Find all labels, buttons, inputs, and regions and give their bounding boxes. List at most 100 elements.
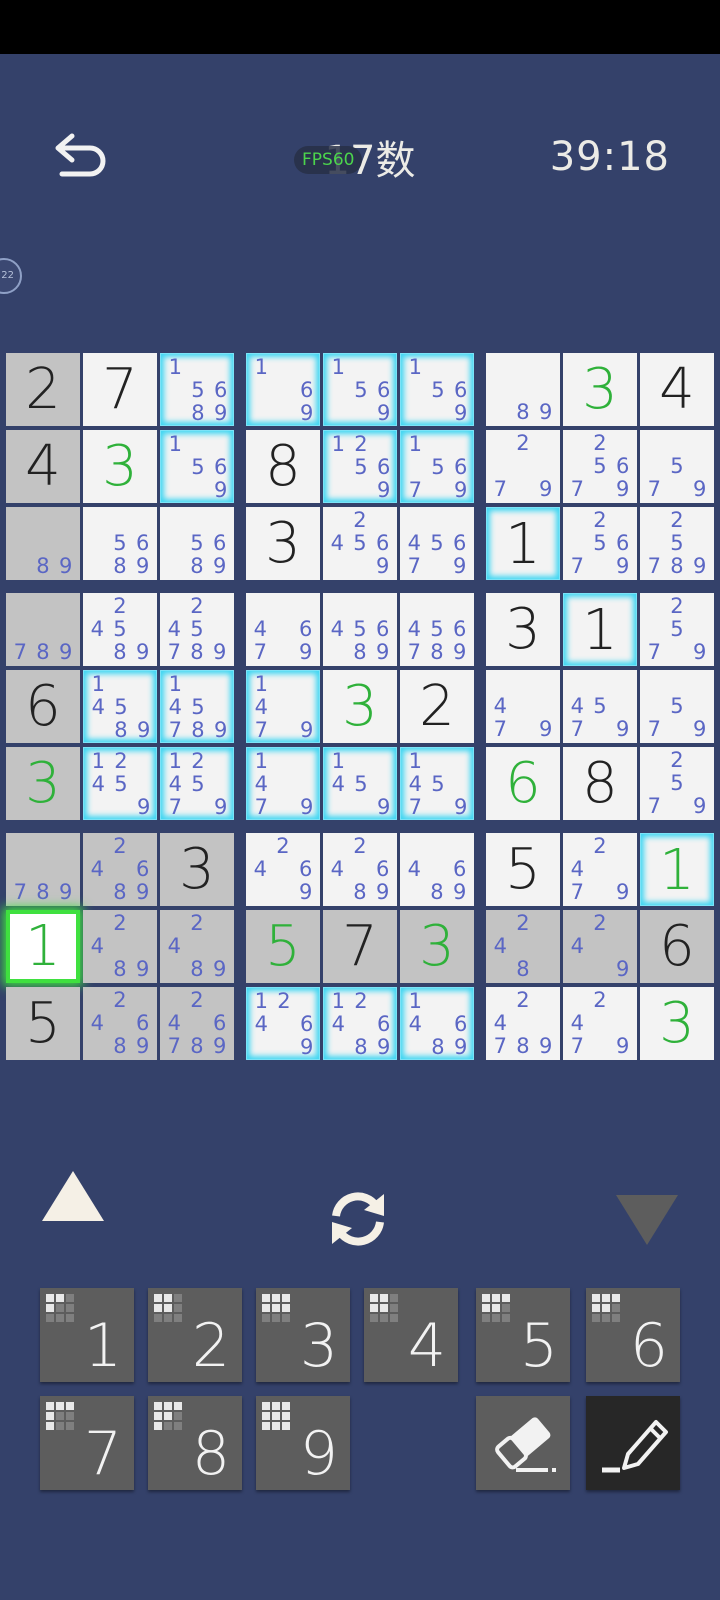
candidate-digit: 5 [431, 455, 445, 479]
board-cell[interactable]: 257 9 [640, 747, 714, 820]
board-cell[interactable]: 1457 9 [400, 747, 474, 820]
candidate-digit: 9 [615, 880, 630, 904]
board-cell[interactable]: 247 9 [563, 987, 637, 1060]
board-cell[interactable]: 789 [6, 593, 80, 666]
board-cell[interactable]: 1569 [160, 430, 234, 503]
candidate-digit [208, 989, 231, 1012]
board-cell[interactable]: 6 [486, 747, 560, 820]
board-cell[interactable]: 145789 [160, 670, 234, 743]
down-button[interactable] [612, 1190, 682, 1250]
board-cell[interactable]: 1569 [400, 353, 474, 426]
board-cell[interactable]: 245789 [160, 593, 234, 666]
board-cell[interactable]: 14 689 [400, 987, 474, 1060]
board-cell[interactable]: 24 9 [563, 910, 637, 983]
board-cell[interactable]: 7 [323, 910, 397, 983]
board-cell[interactable]: 5 [246, 910, 320, 983]
board-cell[interactable]: 124 69 [246, 987, 320, 1060]
board-cell[interactable]: 7 [83, 353, 157, 426]
board-cell[interactable]: 12459 [83, 747, 157, 820]
board-cell[interactable]: 5 [486, 833, 560, 906]
board-cell[interactable]: 14589 [83, 670, 157, 743]
candidate-digit: 9 [299, 718, 314, 742]
board-cell[interactable]: 3 [400, 910, 474, 983]
board-cell[interactable]: 2489 [160, 910, 234, 983]
board-cell[interactable]: 4 [640, 353, 714, 426]
rotate-button[interactable] [322, 1186, 394, 1252]
board-cell[interactable]: 3 [486, 593, 560, 666]
board-cell[interactable]: 57 9 [640, 430, 714, 503]
board-cell[interactable]: 12457 9 [160, 747, 234, 820]
board-cell[interactable]: 45689 [323, 593, 397, 666]
board-cell[interactable]: 156 7 9 [400, 430, 474, 503]
board-cell[interactable]: 27 9 [486, 430, 560, 503]
board-cell[interactable]: 256 7 9 [563, 507, 637, 580]
board-cell[interactable]: 12569 [323, 430, 397, 503]
board-cell[interactable]: 89 [6, 507, 80, 580]
board-cell[interactable]: 3 [83, 430, 157, 503]
board-cell[interactable]: 456 7 9 [400, 507, 474, 580]
board-cell[interactable]: 3 [160, 833, 234, 906]
board-cell[interactable]: 24789 [486, 987, 560, 1060]
board-cell[interactable]: 457 9 [563, 670, 637, 743]
number-key-1[interactable]: 1 [40, 1288, 134, 1382]
up-button[interactable] [38, 1166, 108, 1226]
board-cell[interactable]: 4 689 [400, 833, 474, 906]
board-cell[interactable]: 5689 [83, 507, 157, 580]
board-cell[interactable]: 257 9 [640, 593, 714, 666]
board-cell[interactable]: 1 69 [246, 353, 320, 426]
board-cell[interactable]: 147 9 [246, 747, 320, 820]
board-cell[interactable]: 789 [6, 833, 80, 906]
board-cell[interactable]: 2 [400, 670, 474, 743]
board-cell[interactable]: 1 [563, 593, 637, 666]
board-cell[interactable]: 456 789 [400, 593, 474, 666]
board-cell[interactable]: 1 [6, 910, 80, 983]
board-cell[interactable]: 57 9 [640, 670, 714, 743]
number-key-9[interactable]: 9 [256, 1396, 350, 1490]
board-cell[interactable]: 248 [486, 910, 560, 983]
board-cell[interactable]: 1 [640, 833, 714, 906]
board-cell[interactable]: 24 6 789 [160, 987, 234, 1060]
board-cell[interactable]: 47 9 [486, 670, 560, 743]
board-cell[interactable]: 3 [6, 747, 80, 820]
board-cell[interactable]: 24589 [83, 593, 157, 666]
board-cell[interactable]: 247 9 [563, 833, 637, 906]
board-cell[interactable]: 24 689 [323, 833, 397, 906]
board-cell[interactable]: 2489 [83, 910, 157, 983]
board-cell[interactable]: 2 [6, 353, 80, 426]
board-cell[interactable]: 25789 [640, 507, 714, 580]
board-cell[interactable]: 6 [6, 670, 80, 743]
board-cell[interactable]: 8 [563, 747, 637, 820]
board-cell[interactable]: 24 689 [83, 987, 157, 1060]
board-cell[interactable]: 147 9 [246, 670, 320, 743]
number-key-4[interactable]: 4 [364, 1288, 458, 1382]
board-cell[interactable]: 6 [640, 910, 714, 983]
board-cell[interactable]: 124 689 [323, 987, 397, 1060]
board-cell[interactable]: 5689 [160, 507, 234, 580]
number-key-7[interactable]: 7 [40, 1396, 134, 1490]
board-cell[interactable]: 24 69 [246, 833, 320, 906]
board-cell[interactable]: 3 [323, 670, 397, 743]
pencil-button[interactable] [586, 1396, 680, 1490]
number-key-5[interactable]: 5 [476, 1288, 570, 1382]
board-cell[interactable]: 4 [6, 430, 80, 503]
board-cell[interactable]: 8 [246, 430, 320, 503]
number-key-8[interactable]: 8 [148, 1396, 242, 1490]
number-key-3[interactable]: 3 [256, 1288, 350, 1382]
board-cell[interactable]: 3 [246, 507, 320, 580]
board-cell[interactable]: 1569 [323, 353, 397, 426]
board-cell[interactable]: 4 6 7 9 [246, 593, 320, 666]
eraser-button[interactable] [476, 1396, 570, 1490]
number-key-6[interactable]: 6 [586, 1288, 680, 1382]
board-cell[interactable]: 1459 [323, 747, 397, 820]
candidate-digit: 9 [135, 880, 150, 904]
board-cell[interactable]: 89 [486, 353, 560, 426]
board-cell[interactable]: 24569 [323, 507, 397, 580]
number-key-2[interactable]: 2 [148, 1288, 242, 1382]
board-cell[interactable]: 3 [640, 987, 714, 1060]
board-cell[interactable]: 256 7 9 [563, 430, 637, 503]
board-cell[interactable]: 1 [486, 507, 560, 580]
board-cell[interactable]: 15689 [160, 353, 234, 426]
board-cell[interactable]: 5 [6, 987, 80, 1060]
board-cell[interactable]: 24 689 [83, 833, 157, 906]
board-cell[interactable]: 3 [563, 353, 637, 426]
